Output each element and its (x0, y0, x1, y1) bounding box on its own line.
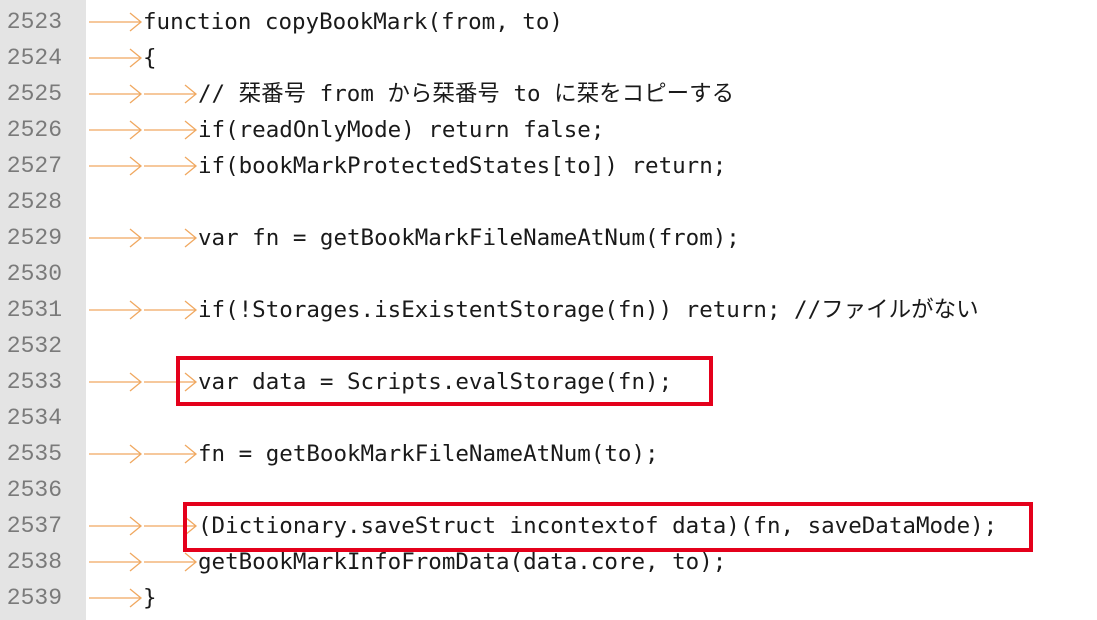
line-number: 2532 (6, 333, 62, 359)
line-number: 2526 (6, 117, 62, 143)
tab-arrow-icon (143, 226, 198, 250)
tab-arrow-icon (88, 370, 143, 394)
tab-arrow-icon (88, 442, 143, 466)
code-line[interactable]: 2539} (0, 580, 1097, 616)
line-number: 2528 (6, 189, 62, 215)
code-line[interactable]: 2534 (0, 400, 1097, 436)
tab-arrow-icon (88, 118, 143, 142)
code-line[interactable]: 2530 (0, 256, 1097, 292)
code-editor[interactable]: 2523 function copyBookMark(from, to) 2524 {… (0, 0, 1097, 620)
tab-arrow-icon (88, 154, 143, 178)
code-line[interactable]: 2538 getBookMarkInfoFromData(data.core, t… (0, 544, 1097, 580)
code-line[interactable]: 2537 (Dictionary.saveStruct incontextof d… (0, 508, 1097, 544)
code-text[interactable]: if(bookMarkProtectedStates[to]) return; (198, 148, 726, 184)
line-number: 2535 (6, 441, 62, 467)
tab-arrow-icon (88, 46, 143, 70)
code-text[interactable]: getBookMarkInfoFromData(data.core, to); (198, 544, 726, 580)
tab-arrow-icon (88, 550, 143, 574)
tab-arrow-icon (88, 586, 143, 610)
line-number: 2537 (6, 513, 62, 539)
tab-arrow-icon (143, 118, 198, 142)
line-number: 2530 (6, 261, 62, 287)
line-number: 2539 (6, 585, 62, 611)
code-line[interactable]: 2526 if(readOnlyMode) return false; (0, 112, 1097, 148)
code-line[interactable]: 2532 (0, 328, 1097, 364)
code-line[interactable]: 2535 fn = getBookMarkFileNameAtNum(to); (0, 436, 1097, 472)
tab-arrow-icon (143, 154, 198, 178)
code-line[interactable]: 2528 (0, 184, 1097, 220)
line-number: 2533 (6, 369, 62, 395)
tab-arrow-icon (143, 82, 198, 106)
tab-arrow-icon (88, 514, 143, 538)
code-line[interactable]: 2523 function copyBookMark(from, to) (0, 4, 1097, 40)
code-line[interactable]: 2533 var data = Scripts.evalStorage(fn); (0, 364, 1097, 400)
code-line[interactable]: 2531 if(!Storages.isExistentStorage(fn)) … (0, 292, 1097, 328)
code-text[interactable]: (Dictionary.saveStruct incontextof data)… (198, 508, 997, 544)
tab-arrow-icon (143, 370, 198, 394)
code-line[interactable]: 2536 (0, 472, 1097, 508)
code-text[interactable]: var fn = getBookMarkFileNameAtNum(from); (198, 220, 740, 256)
code-line[interactable]: 2529 var fn = getBookMarkFileNameAtNum(fr… (0, 220, 1097, 256)
line-number: 2536 (6, 477, 62, 503)
code-text[interactable]: fn = getBookMarkFileNameAtNum(to); (198, 436, 659, 472)
line-number: 2529 (6, 225, 62, 251)
code-text[interactable]: function copyBookMark(from, to) (143, 4, 563, 40)
line-number: 2531 (6, 297, 62, 323)
tab-arrow-icon (88, 10, 143, 34)
tab-arrow-icon (143, 298, 198, 322)
line-number: 2534 (6, 405, 62, 431)
code-text[interactable]: } (143, 580, 157, 616)
code-text[interactable]: // 栞番号 from から栞番号 to に栞をコピーする (198, 76, 734, 112)
code-text[interactable]: if(readOnlyMode) return false; (198, 112, 604, 148)
tab-arrow-icon (88, 298, 143, 322)
line-number: 2538 (6, 549, 62, 575)
code-line[interactable]: 2525 // 栞番号 from から栞番号 to に栞をコピーする (0, 76, 1097, 112)
code-line[interactable]: 2527 if(bookMarkProtectedStates[to]) retu… (0, 148, 1097, 184)
tab-arrow-icon (88, 82, 143, 106)
tab-arrow-icon (88, 226, 143, 250)
code-text[interactable]: var data = Scripts.evalStorage(fn); (198, 364, 672, 400)
line-number: 2523 (6, 9, 62, 35)
tab-arrow-icon (143, 550, 198, 574)
line-number: 2525 (6, 81, 62, 107)
tab-arrow-icon (143, 442, 198, 466)
line-number: 2527 (6, 153, 62, 179)
code-text[interactable]: if(!Storages.isExistentStorage(fn)) retu… (198, 292, 979, 328)
line-number: 2524 (6, 45, 62, 71)
code-text[interactable]: { (143, 40, 157, 76)
tab-arrow-icon (143, 514, 198, 538)
code-line[interactable]: 2524 { (0, 40, 1097, 76)
